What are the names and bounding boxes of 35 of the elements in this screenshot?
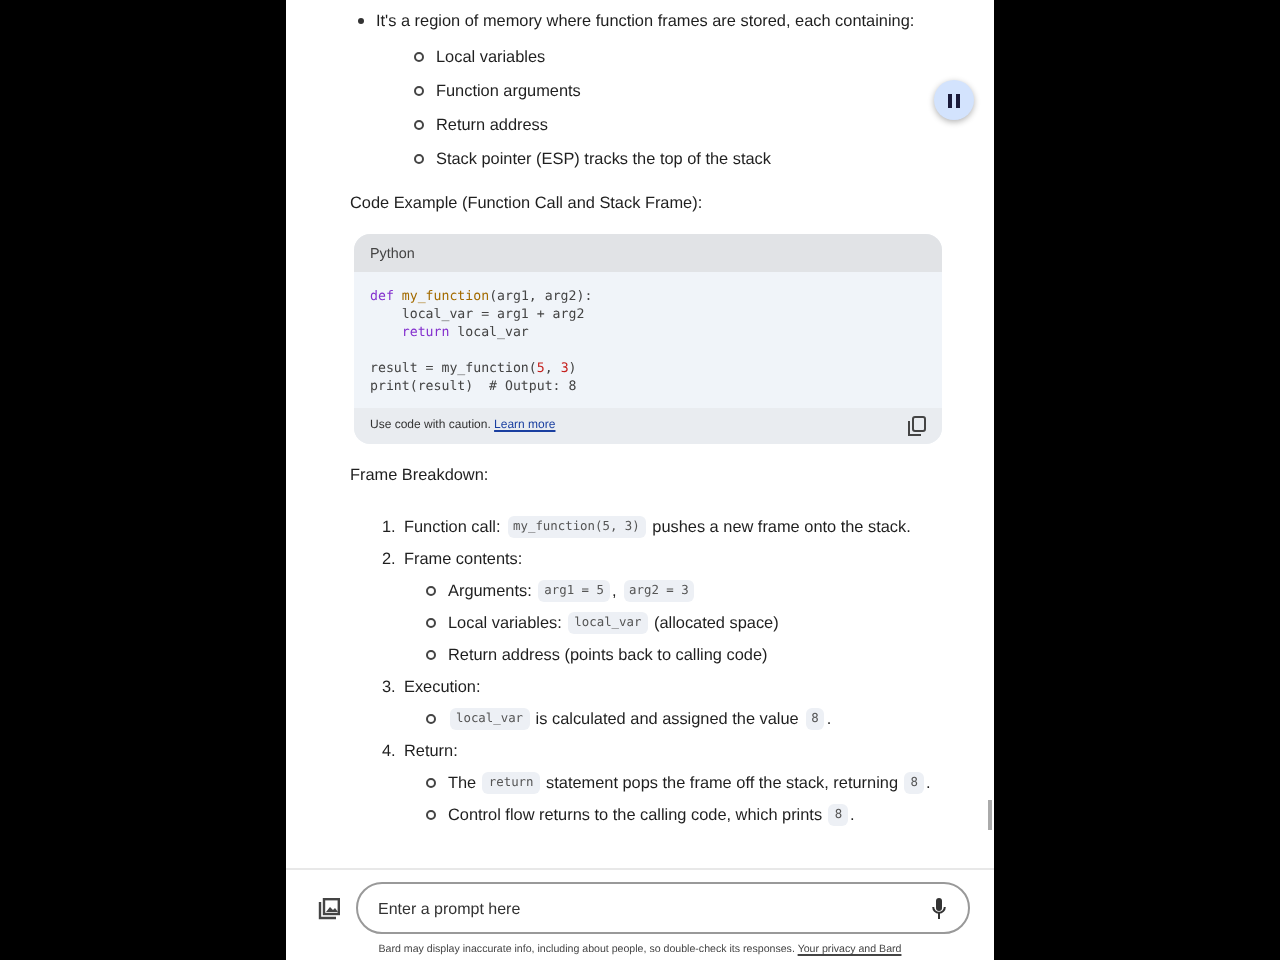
step-text: Return: — [404, 741, 458, 759]
image-icon[interactable] — [318, 897, 340, 919]
bullet-text: Stack pointer (ESP) tracks the top of the stack — [436, 150, 771, 168]
bullet-text: Control flow returns to the calling code, which prints — [448, 805, 825, 823]
section-heading: Code Example (Function Call and Stack Frame): — [350, 192, 705, 216]
bullet-text: . — [926, 773, 931, 791]
bullet-text: statement pops the frame off the stack, returning — [544, 773, 900, 791]
bullet-text: is calculated and assigned the value — [533, 709, 801, 727]
bullet-text: Local variables — [436, 48, 546, 66]
bullet-text: Return address — [436, 116, 548, 134]
bullet-text: . — [850, 805, 855, 823]
step-number: 4. — [382, 741, 398, 759]
bullet-text: (allocated space) — [651, 613, 779, 631]
step-text: Execution: — [404, 677, 481, 695]
bullet-text: The — [448, 773, 479, 791]
step-text: pushes a new frame onto the stack. — [650, 517, 911, 535]
prompt-field[interactable]: Enter a prompt here — [356, 882, 970, 934]
bullet-text: Local variables: — [448, 613, 564, 631]
bullet-text: Arguments: — [448, 581, 534, 599]
bullet-text: Return address (points back to calling code) — [448, 645, 768, 663]
bullet-text: . — [826, 709, 832, 727]
pause-icon — [948, 93, 960, 107]
section-heading: Frame Breakdown: — [350, 464, 491, 488]
bullet-text: , — [611, 581, 619, 599]
step-number: 2. — [382, 549, 398, 567]
scrollbar[interactable] — [988, 800, 992, 830]
step-number: 3. — [382, 677, 398, 695]
bullet-text: Function arguments — [436, 82, 581, 100]
pause-button[interactable] — [934, 80, 974, 120]
bullet-text: It's a region of memory where function frames are stored, each containing: — [376, 12, 915, 30]
step-text: Frame contents: — [404, 549, 523, 567]
step-text: Function call: — [404, 517, 503, 535]
step-number: 1. — [382, 517, 398, 535]
microphone-icon[interactable] — [932, 898, 946, 920]
copy-icon[interactable] — [908, 416, 926, 436]
